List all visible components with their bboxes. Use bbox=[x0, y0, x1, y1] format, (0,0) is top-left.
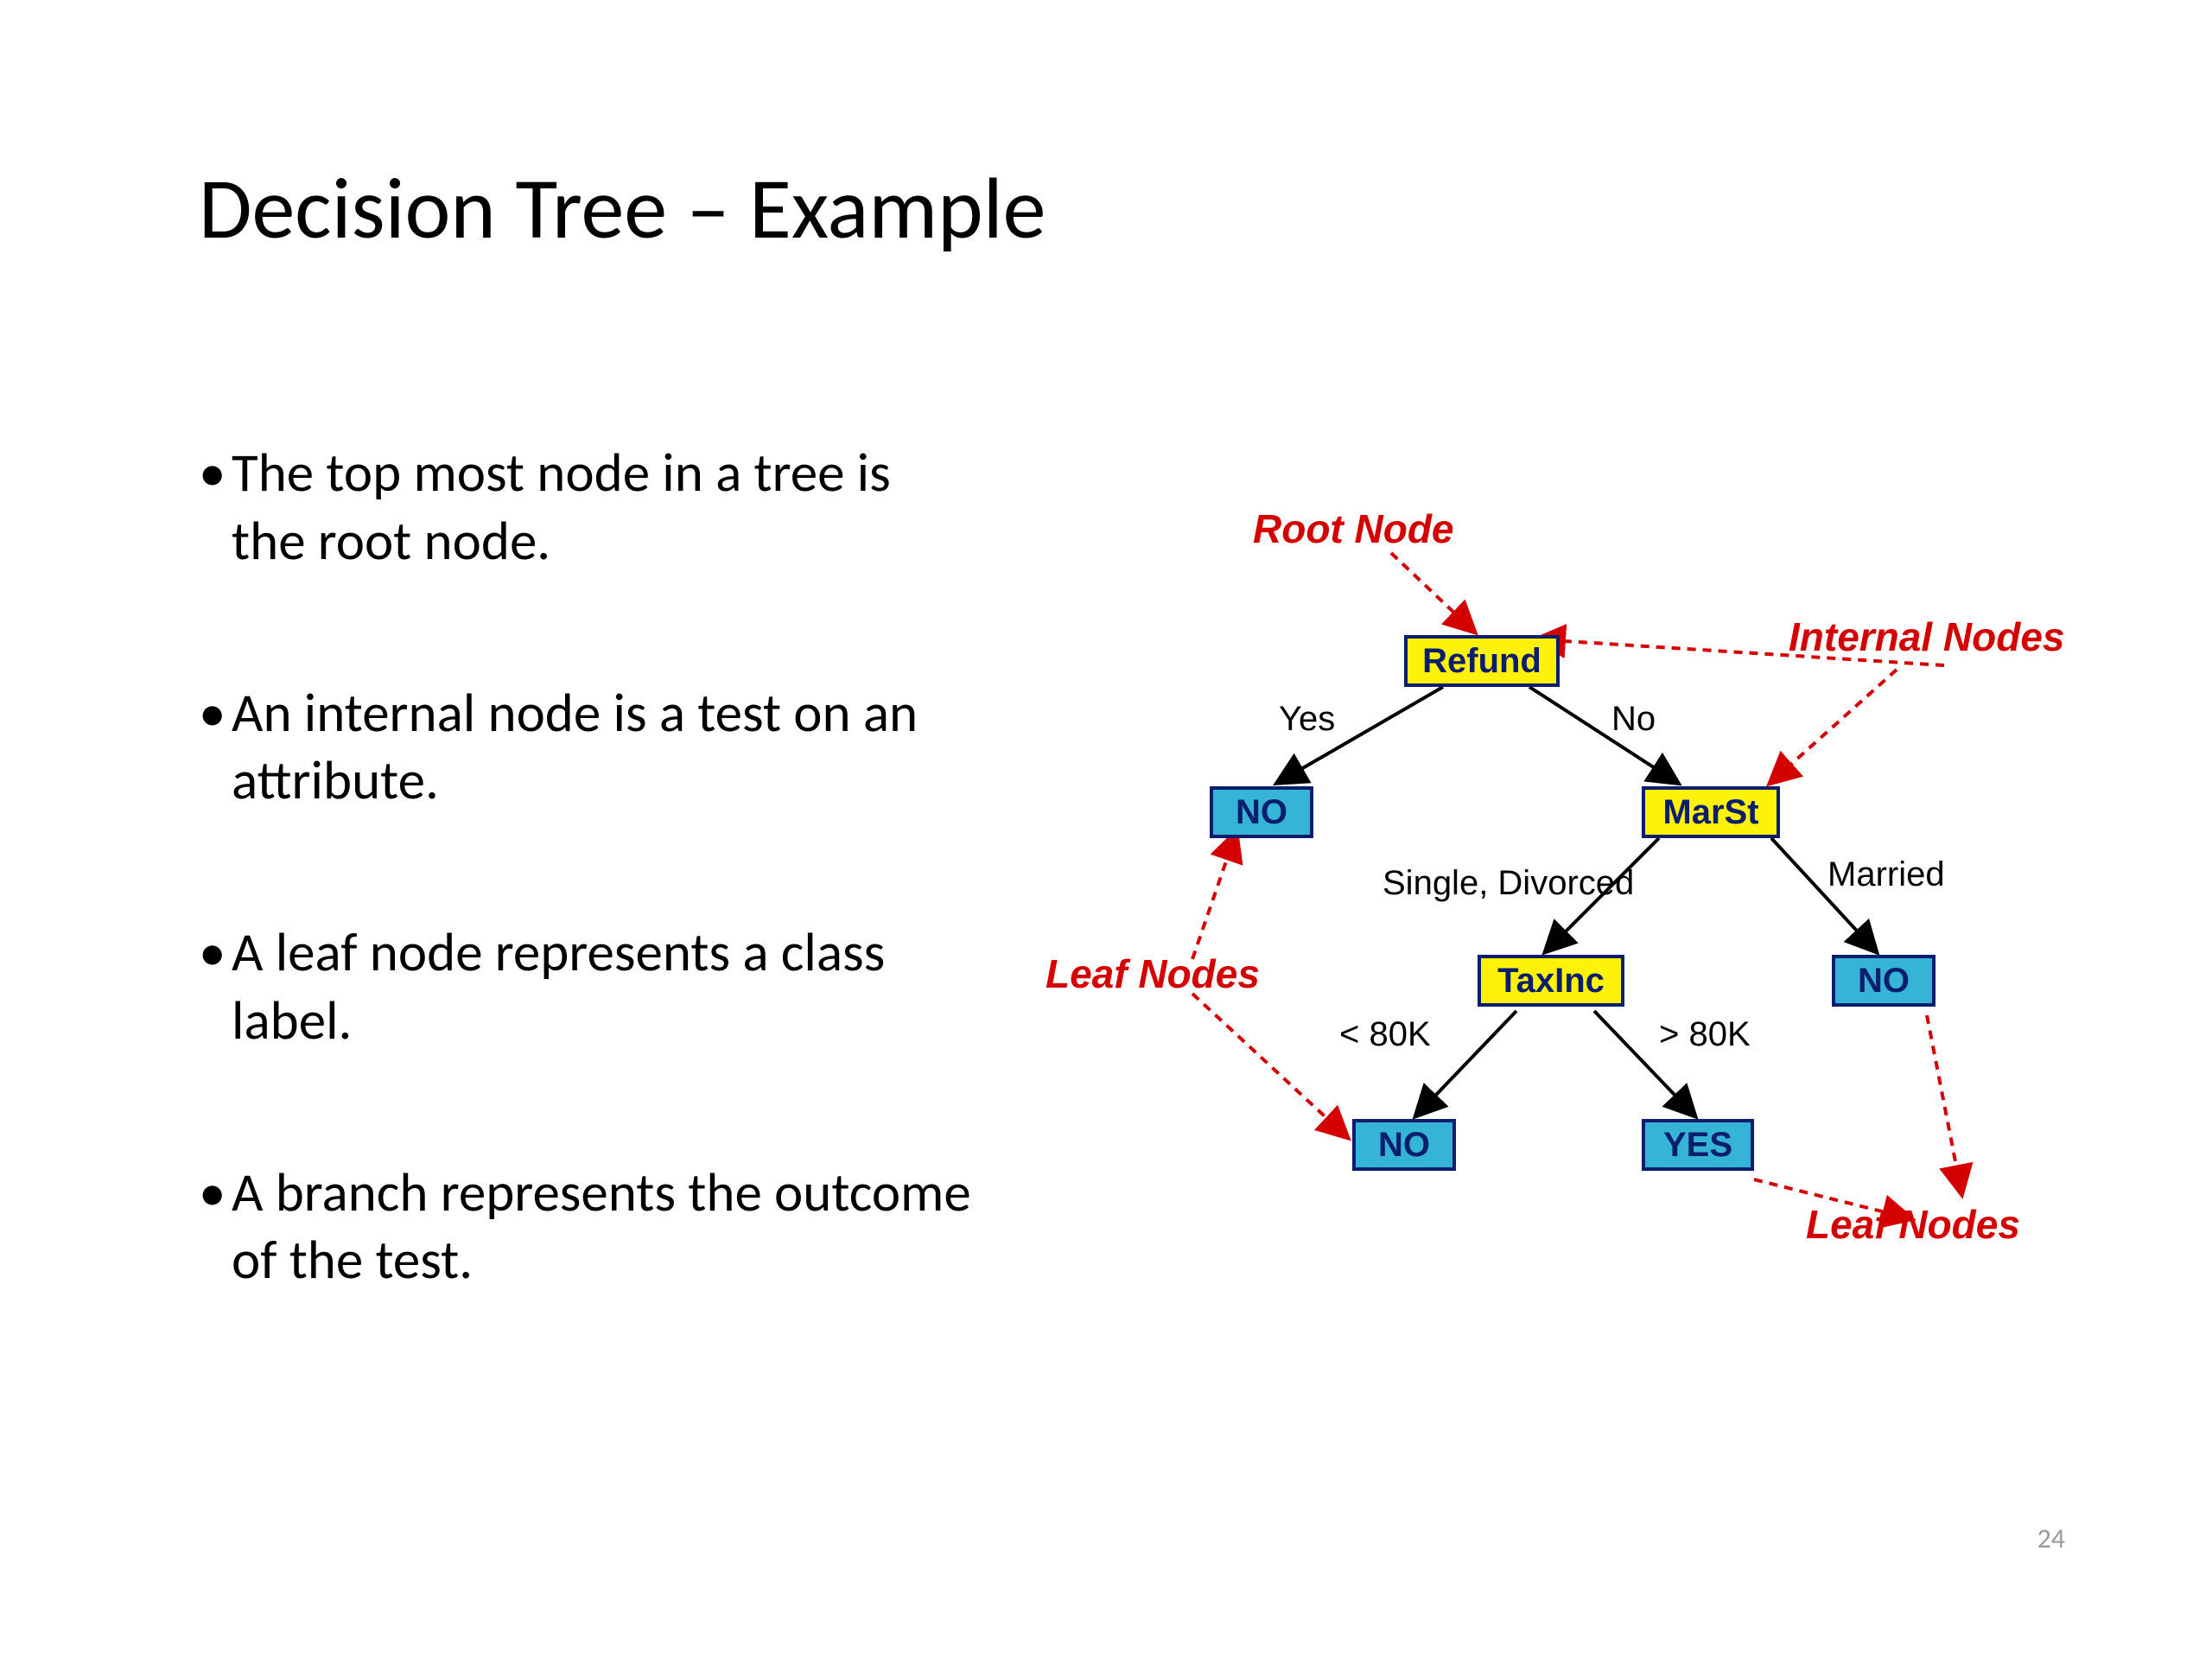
edge-label-no: No bbox=[1611, 700, 1656, 739]
edge-label-married: Married bbox=[1827, 855, 1945, 894]
node-no-3: NO bbox=[1352, 1119, 1456, 1171]
node-marst: MarSt bbox=[1642, 786, 1780, 838]
slide: Decision Tree – Example The top most nod… bbox=[0, 0, 2212, 1659]
node-yes: YES bbox=[1642, 1119, 1754, 1171]
bullet-item: A leaf node represents a class label. bbox=[199, 918, 976, 1055]
bullet-item: A branch represents the outcome of the t… bbox=[199, 1159, 976, 1295]
node-no-2: NO bbox=[1832, 955, 1936, 1007]
node-taxinc: TaxInc bbox=[1478, 955, 1624, 1007]
caption-leaf-nodes-right: Leaf Nodes bbox=[1806, 1201, 2020, 1248]
page-number: 24 bbox=[2037, 1522, 2065, 1555]
edge-label-single-divorced: Single, Divorced bbox=[1382, 864, 1634, 903]
edge-label-lt-80k: < 80K bbox=[1339, 1015, 1431, 1054]
edge-label-yes: Yes bbox=[1279, 700, 1335, 739]
decision-tree-diagram: Root Node Internal Nodes Leaf Nodes Leaf… bbox=[1115, 493, 2065, 1270]
node-refund: Refund bbox=[1404, 635, 1560, 687]
bullet-item: An internal node is a test on an attribu… bbox=[199, 679, 976, 816]
caption-leaf-nodes-left: Leaf Nodes bbox=[1046, 950, 1260, 997]
caption-root-node: Root Node bbox=[1253, 505, 1454, 552]
bullet-item: The top most node in a tree is the root … bbox=[199, 439, 976, 575]
edge-label-gt-80k: > 80K bbox=[1659, 1015, 1751, 1054]
node-no-1: NO bbox=[1210, 786, 1313, 838]
caption-internal-nodes: Internal Nodes bbox=[1789, 613, 2065, 660]
bullet-list: The top most node in a tree is the root … bbox=[199, 439, 976, 1398]
slide-title: Decision Tree – Example bbox=[199, 156, 1046, 261]
